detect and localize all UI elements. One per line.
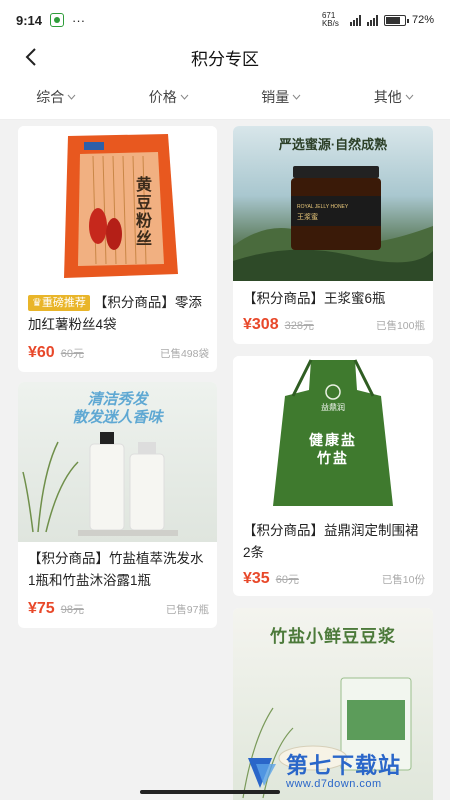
- product-original-price: 60元: [275, 574, 299, 586]
- product-image: 黄豆粉丝: [18, 126, 217, 286]
- product-price: ¥75: [28, 600, 55, 617]
- product-image: 严选蜜源·自然成熟 ROYAL JELLY HONEY 王浆蜜: [233, 126, 433, 281]
- image-headline: 竹盐小鲜豆豆浆: [270, 627, 396, 646]
- image-headline: 健康盐: [309, 432, 357, 448]
- chevron-down-icon: [67, 94, 76, 100]
- product-sold-count: 已售100瓶: [375, 320, 425, 332]
- product-original-price: 328元: [284, 320, 314, 332]
- watermark-url: www.d7down.com: [286, 778, 382, 790]
- chevron-down-icon: [180, 94, 189, 100]
- signal-icon: [366, 14, 378, 26]
- status-bar: 9:14 ··· 671 KB/s 72%: [0, 0, 450, 40]
- image-product-name: ROYAL JELLY HONEY: [297, 204, 349, 210]
- image-brand: 益鼎润: [321, 403, 345, 412]
- battery-level: 72%: [411, 14, 434, 26]
- chevron-down-icon: [292, 94, 301, 100]
- product-price: ¥60: [28, 344, 55, 361]
- product-card[interactable]: 清洁秀发 散发迷人香味 【积分商品】竹盐植萃洗发水1瓶和竹盐沐浴露1瓶 ¥75 …: [18, 382, 217, 628]
- product-card[interactable]: 益鼎润 健康盐 竹盐 【积分商品】益鼎润定制围裙2条 ¥35 60元 已售10份: [233, 356, 433, 596]
- image-subheadline: 竹盐: [317, 450, 349, 466]
- site-watermark: 第七下载站 www.d7down.com: [242, 750, 442, 794]
- product-title: ♛重磅推荐 【积分商品】零添加红薯粉丝4袋: [28, 295, 202, 332]
- signal-icon: [349, 14, 361, 26]
- product-card[interactable]: 黄豆粉丝 ♛重磅推荐 【积分商品】零添加红薯粉丝4袋 ¥60 60元 已售498袋: [18, 126, 217, 372]
- image-caption: 黄豆粉丝: [136, 175, 153, 248]
- product-sold-count: 已售10份: [381, 574, 425, 586]
- watermark-name: 第七下载站: [286, 753, 402, 778]
- product-image: 清洁秀发 散发迷人香味: [18, 382, 217, 542]
- battery-icon: [383, 14, 409, 26]
- sort-other[interactable]: 其他: [338, 87, 450, 107]
- image-headline: 严选蜜源·自然成熟: [278, 137, 388, 152]
- status-dots: ···: [72, 12, 86, 28]
- product-image: 益鼎润 健康盐 竹盐: [233, 356, 433, 514]
- chevron-down-icon: [405, 94, 414, 100]
- product-title: 【积分商品】益鼎润定制围裙2条: [243, 523, 419, 560]
- net-speed: 671 KB/s: [321, 11, 339, 28]
- product-original-price: 98元: [60, 604, 84, 616]
- product-sold-count: 已售498袋: [159, 348, 209, 360]
- product-grid: 黄豆粉丝 ♛重磅推荐 【积分商品】零添加红薯粉丝4袋 ¥60 60元 已售498袋…: [0, 120, 450, 800]
- product-original-price: 60元: [60, 348, 84, 360]
- page-title: 积分专区: [191, 49, 259, 69]
- product-price: ¥308: [243, 316, 279, 333]
- wechat-notification-icon: [50, 13, 65, 27]
- sort-bar: 综合 价格 销量 其他: [0, 74, 450, 120]
- sort-comprehensive[interactable]: 综合: [0, 87, 113, 107]
- sort-price[interactable]: 价格: [113, 87, 226, 107]
- product-price: ¥35: [243, 570, 270, 587]
- chevron-left-icon: [25, 48, 36, 66]
- product-sold-count: 已售97瓶: [165, 604, 209, 616]
- product-title: 【积分商品】王浆蜜6瓶: [243, 291, 386, 306]
- product-title: 【积分商品】竹盐植萃洗发水1瓶和竹盐沐浴露1瓶: [28, 551, 204, 588]
- status-time: 9:14: [16, 12, 43, 28]
- watermark-logo-icon: [248, 758, 276, 788]
- product-card[interactable]: 严选蜜源·自然成熟 ROYAL JELLY HONEY 王浆蜜 【积分商品】王浆…: [233, 126, 433, 344]
- home-indicator[interactable]: [140, 790, 280, 794]
- sort-sales[interactable]: 销量: [225, 87, 338, 107]
- back-button[interactable]: [16, 42, 46, 72]
- image-subheadline: 散发迷人香味: [72, 409, 163, 426]
- image-product-label: 王浆蜜: [297, 214, 318, 221]
- nav-bar: 积分专区: [0, 40, 450, 74]
- badge-recommend: ♛重磅推荐: [28, 295, 90, 311]
